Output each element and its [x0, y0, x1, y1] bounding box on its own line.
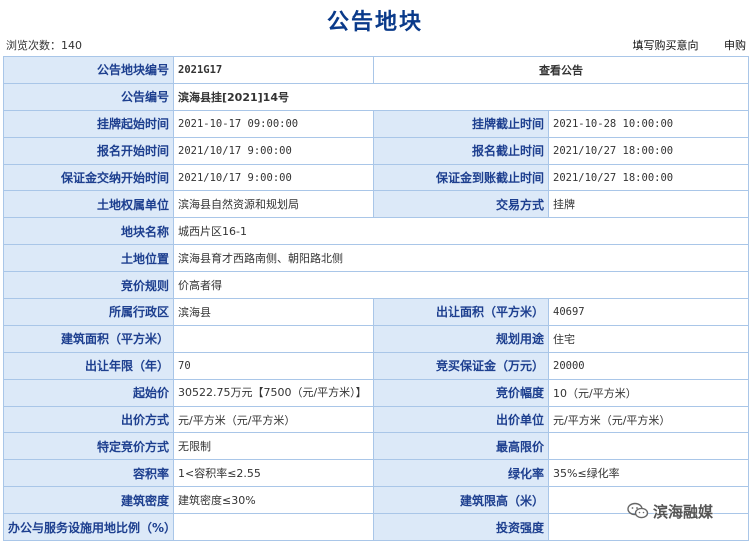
- bid-rule: 价高者得: [173, 271, 749, 300]
- bid-deposit: 20000: [548, 351, 749, 380]
- density-label: 建筑密度: [3, 486, 174, 515]
- green-label: 绿化率: [373, 459, 549, 488]
- bid-mode-label: 出价方式: [3, 405, 174, 434]
- increment-label: 竞价幅度: [373, 378, 549, 407]
- max-price-label: 最高限价: [373, 432, 549, 461]
- wechat-icon: [627, 502, 649, 519]
- deposit-end: 2021/10/27 18:00:00: [548, 163, 749, 192]
- table-row: 所属行政区 滨海县 出让面积（平方米） 40697: [3, 298, 749, 326]
- list-start: 2021-10-17 09:00:00: [173, 109, 374, 138]
- term-label: 出让年限（年）: [3, 351, 174, 380]
- bid-mode: 元/平方米（元/平方米）: [173, 405, 374, 434]
- table-row: 竞价规则 价高者得: [3, 271, 749, 300]
- bid-unit: 元/平方米（元/平方米）: [548, 405, 749, 434]
- deposit-start-label: 保证金交纳开始时间: [3, 163, 174, 192]
- term: 70: [173, 351, 374, 380]
- use-label: 规划用途: [373, 324, 549, 353]
- table-row: 地块名称 城西片区16-1: [3, 217, 749, 246]
- parcel-name-label: 地块名称: [3, 217, 174, 246]
- purchase-intent-link[interactable]: 填写购买意向: [633, 39, 699, 52]
- trade-method-label: 交易方式: [373, 190, 549, 219]
- location-label: 土地位置: [3, 244, 174, 273]
- density: 建筑密度≤30%: [173, 486, 374, 515]
- table-row: 公告地块编号 2021G17 查看公告: [3, 56, 749, 84]
- district: 滨海县: [173, 298, 374, 326]
- apply-link[interactable]: 申购: [724, 39, 746, 52]
- header-links: 填写购买意向 申购: [633, 37, 747, 53]
- parcel-code: 2021G17: [173, 56, 374, 84]
- table-row: 报名开始时间 2021/10/17 9:00:00 报名截止时间 2021/10…: [3, 136, 749, 165]
- view-count: 浏览次数：140: [6, 39, 82, 52]
- watermark-text: 滨海融媒: [653, 502, 714, 521]
- table-row: 建筑面积（平方米） 规划用途 住宅: [3, 324, 749, 353]
- owner-label: 土地权属单位: [3, 190, 174, 219]
- height-label: 建筑限高（米）: [373, 486, 549, 515]
- owner: 滨海县自然资源和规划局: [173, 190, 374, 219]
- table-row: 土地位置 滨海县育才西路南侧、朝阳路北侧: [3, 244, 749, 273]
- green: 35%≤绿化率: [548, 459, 749, 488]
- list-start-label: 挂牌起始时间: [3, 109, 174, 138]
- area-label: 出让面积（平方米）: [373, 298, 549, 326]
- area: 40697: [548, 298, 749, 326]
- deposit-end-label: 保证金到账截止时间: [373, 163, 549, 192]
- notice-no: 滨海县挂[2021]14号: [173, 82, 749, 111]
- reg-end-label: 报名截止时间: [373, 136, 549, 165]
- special-mode-label: 特定竞价方式: [3, 432, 174, 461]
- location: 滨海县育才西路南侧、朝阳路北侧: [173, 244, 749, 273]
- building-area-label: 建筑面积（平方米）: [3, 324, 174, 353]
- start-price: 30522.75万元【7500（元/平方米）】: [173, 378, 374, 407]
- table-row: 保证金交纳开始时间 2021/10/17 9:00:00 保证金到账截止时间 2…: [3, 163, 749, 192]
- building-area: [173, 324, 374, 353]
- list-end-label: 挂牌截止时间: [373, 109, 549, 138]
- bid-rule-label: 竞价规则: [3, 271, 174, 300]
- sub-header: 浏览次数：140 填写购买意向 申购: [0, 35, 750, 53]
- page-title: 公告地块: [326, 10, 423, 35]
- table-row: 特定竞价方式 无限制 最高限价: [3, 432, 749, 461]
- table-row: 土地权属单位 滨海县自然资源和规划局 交易方式 挂牌: [3, 190, 749, 219]
- max-price: [548, 432, 749, 461]
- parcel-info-table: 公告地块编号 2021G17 查看公告 公告编号 滨海县挂[2021]14号 挂…: [3, 56, 749, 542]
- trade-method: 挂牌: [548, 190, 749, 219]
- table-row: 容积率 1<容积率≤2.55 绿化率 35%≤绿化率: [3, 459, 749, 488]
- use: 住宅: [548, 324, 749, 353]
- far: 1<容积率≤2.55: [173, 459, 374, 488]
- bid-unit-label: 出价单位: [373, 405, 549, 434]
- far-label: 容积率: [3, 459, 174, 488]
- office-ratio: [173, 513, 374, 542]
- table-row: 公告编号 滨海县挂[2021]14号: [3, 82, 749, 111]
- start-price-label: 起始价: [3, 378, 174, 407]
- table-row: 起始价 30522.75万元【7500（元/平方米）】 竞价幅度 10（元/平方…: [3, 378, 749, 407]
- increment: 10（元/平方米）: [548, 378, 749, 407]
- watermark: 滨海融媒: [627, 500, 713, 522]
- bid-deposit-label: 竞买保证金（万元）: [373, 351, 549, 380]
- invest-label: 投资强度: [373, 513, 549, 542]
- reg-start: 2021/10/17 9:00:00: [173, 136, 374, 165]
- special-mode: 无限制: [173, 432, 374, 461]
- parcel-code-label: 公告地块编号: [3, 56, 174, 84]
- deposit-start: 2021/10/17 9:00:00: [173, 163, 374, 192]
- reg-start-label: 报名开始时间: [3, 136, 174, 165]
- notice-no-label: 公告编号: [3, 82, 174, 111]
- view-notice-link[interactable]: 查看公告: [373, 56, 749, 84]
- office-ratio-label: 办公与服务设施用地比例（%）: [3, 513, 174, 542]
- parcel-name: 城西片区16-1: [173, 217, 749, 246]
- table-row: 挂牌起始时间 2021-10-17 09:00:00 挂牌截止时间 2021-1…: [3, 109, 749, 138]
- reg-end: 2021/10/27 18:00:00: [548, 136, 749, 165]
- district-label: 所属行政区: [3, 298, 174, 326]
- table-row: 出让年限（年） 70 竞买保证金（万元） 20000: [3, 351, 749, 380]
- table-row: 出价方式 元/平方米（元/平方米） 出价单位 元/平方米（元/平方米）: [3, 405, 749, 434]
- list-end: 2021-10-28 10:00:00: [548, 109, 749, 138]
